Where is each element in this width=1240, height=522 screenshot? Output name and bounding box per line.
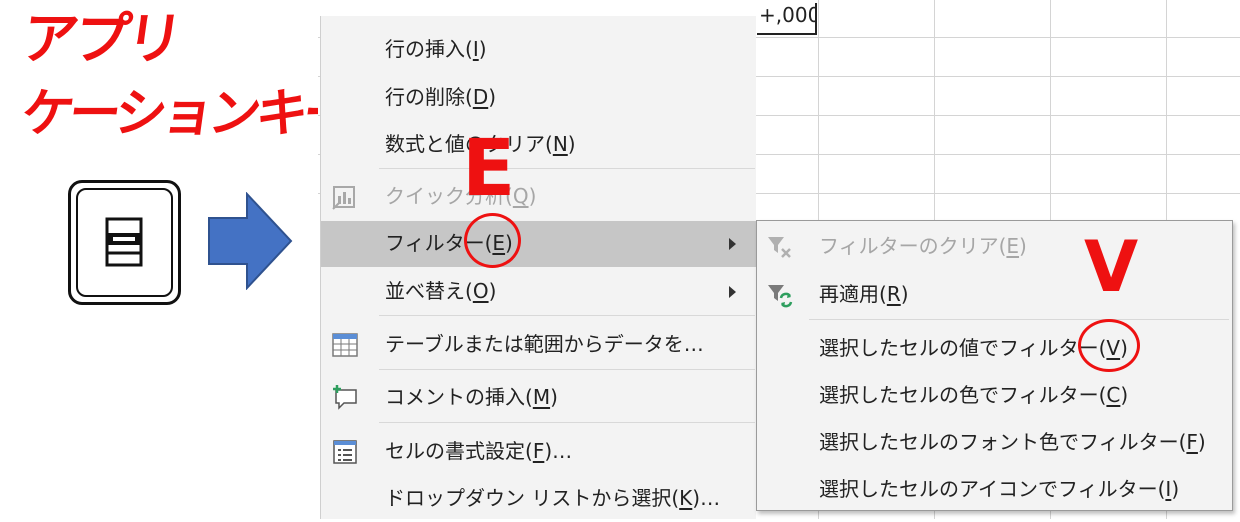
menu-item-insert-comment[interactable]: コメントの挿入(M) [321,375,757,421]
cell-value[interactable]: +,000 [757,3,817,35]
submenu-arrow-icon [729,238,736,250]
arrow-right-icon [208,192,293,290]
menu-item-insert-row[interactable]: 行の挿入(I) [321,27,757,73]
submenu-item-label: 選択したセルのフォント色でフィルター(F) [819,430,1206,454]
menu-item-clear-contents[interactable]: 数式と値のクリア(N) [321,122,757,168]
submenu-item-label: フィルターのクリア(E) [819,234,1027,258]
menu-item-label: ドロップダウン リストから選択(K)… [385,486,721,510]
submenu-item-filter-by-color[interactable]: 選択したセルの色でフィルター(C) [757,373,1232,419]
menu-item-sort[interactable]: 並べ替え(O) [321,269,757,315]
annotation-title-line1: アプリ [17,7,183,72]
annotation-letter-v: V [1084,226,1139,308]
format-cells-icon [330,438,360,466]
submenu-item-clear-filter[interactable]: フィルターのクリア(E) [757,224,1232,270]
submenu-arrow-icon [729,286,736,298]
submenu-item-filter-by-font-color[interactable]: 選択したセルのフォント色でフィルター(F) [757,420,1232,466]
filter-submenu: フィルターのクリア(E) 再適用(R) 選択したセルの値でフィルター(V) 選択… [756,220,1233,511]
menu-item-label: セルの書式設定(F)… [385,439,573,463]
menu-item-label: 行の削除(D) [385,85,497,109]
highlight-ring-v [1078,319,1140,372]
submenu-item-label: 再適用(R) [819,282,909,306]
submenu-item-label: 選択したセルの色でフィルター(C) [819,383,1129,407]
context-menu: 行の挿入(I) 行の削除(D) 数式と値のクリア(N) クイック分析(Q) フィ… [320,16,757,522]
menu-item-pick-from-dropdown[interactable]: ドロップダウン リストから選択(K)… [321,476,757,522]
menu-item-label: 行の挿入(I) [385,37,487,61]
annotation-letter-e: E [462,124,516,214]
menu-item-delete-row[interactable]: 行の削除(D) [321,75,757,121]
menu-item-filter[interactable]: フィルター(E) [321,221,757,267]
quick-analysis-icon [330,183,360,211]
highlight-ring-e [464,213,521,268]
annotation-title-line2: ケーションキー [17,84,355,144]
submenu-item-filter-by-value[interactable]: 選択したセルの値でフィルター(V) [757,326,1232,372]
submenu-item-filter-by-icon[interactable]: 選択したセルのアイコンでフィルター(I) [757,467,1232,513]
table-icon [330,331,360,359]
menu-item-quick-analysis[interactable]: クイック分析(Q) [321,174,757,220]
insert-comment-icon [330,384,360,412]
menu-item-get-data-from-table[interactable]: テーブルまたは範囲からデータを… [321,322,757,368]
menu-item-label: 並べ替え(O) [385,279,497,303]
menu-item-label: コメントの挿入(M) [385,385,558,409]
application-key-icon [68,180,181,305]
submenu-item-label: 選択したセルのアイコンでフィルター(I) [819,477,1180,501]
clear-filter-icon [765,233,795,261]
reapply-filter-icon [765,281,795,309]
menu-item-label: テーブルまたは範囲からデータを… [385,332,704,356]
menu-item-format-cells[interactable]: セルの書式設定(F)… [321,429,757,475]
submenu-item-reapply[interactable]: 再適用(R) [757,272,1232,318]
